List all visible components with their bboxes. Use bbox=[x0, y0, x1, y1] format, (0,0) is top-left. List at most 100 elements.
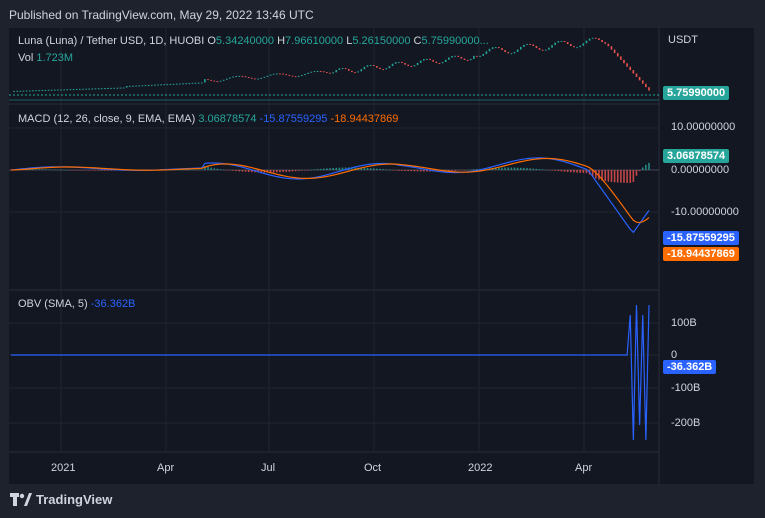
candle bbox=[466, 59, 469, 61]
candle bbox=[144, 85, 147, 87]
high-value: 7.96610000 bbox=[285, 35, 344, 47]
candle bbox=[404, 62, 406, 65]
chart-canvas[interactable] bbox=[9, 28, 754, 484]
candle bbox=[79, 88, 81, 90]
macd-hist-bar bbox=[301, 170, 303, 171]
candle bbox=[591, 37, 594, 39]
macd-legend[interactable]: MACD (12, 26, close, 9, EMA, EMA) 3.0687… bbox=[18, 113, 398, 125]
candle bbox=[63, 89, 65, 91]
macd-hist-bar bbox=[322, 168, 325, 170]
candle bbox=[635, 73, 638, 77]
macd-hist-bar bbox=[222, 169, 225, 171]
macd-hist-bar bbox=[369, 168, 372, 170]
candle bbox=[570, 44, 572, 47]
macd-hist-bar bbox=[247, 170, 250, 173]
open-value: 5.34240000 bbox=[215, 35, 275, 47]
candle bbox=[53, 89, 56, 91]
macd-hist-bar bbox=[544, 169, 547, 171]
candle bbox=[60, 89, 62, 91]
candle bbox=[41, 90, 44, 92]
published-header: Published on TradingView.com, May 29, 20… bbox=[9, 8, 314, 22]
candle bbox=[566, 42, 569, 45]
time-label-apr-2022: Apr bbox=[575, 462, 593, 474]
macd-hist-bar bbox=[541, 169, 544, 170]
candle bbox=[188, 83, 191, 85]
macd-hist-bar bbox=[304, 170, 306, 171]
candle bbox=[38, 90, 40, 92]
candle bbox=[341, 68, 344, 70]
time-label-2022: 2022 bbox=[468, 462, 493, 474]
candle bbox=[197, 82, 200, 84]
macd-hist-bar bbox=[379, 168, 381, 170]
macd-hist-bar bbox=[288, 170, 291, 172]
macd-hist-bar bbox=[200, 169, 203, 171]
candle bbox=[413, 65, 416, 67]
candle bbox=[47, 89, 50, 91]
macd-hist-bar bbox=[307, 170, 309, 171]
candle bbox=[429, 58, 431, 60]
macd-hist-bar bbox=[216, 168, 219, 170]
candle bbox=[307, 72, 309, 74]
candle bbox=[548, 47, 550, 50]
macd-hist-bar bbox=[63, 169, 65, 171]
macd-hist-bar bbox=[329, 168, 331, 170]
macd-hist-bar bbox=[91, 170, 94, 171]
candle bbox=[532, 44, 535, 47]
symbol-legend[interactable]: Luna (Luna) / Tether USD, 1D, HUOBI O5.3… bbox=[18, 35, 489, 47]
signal-line[interactable] bbox=[10, 157, 650, 224]
candle bbox=[419, 60, 422, 63]
candle bbox=[435, 61, 438, 64]
obv-legend[interactable]: OBV (SMA, 5) -36.362B bbox=[18, 298, 135, 310]
macd-hist-bar bbox=[376, 168, 378, 170]
obv-line[interactable] bbox=[11, 304, 650, 441]
volume-legend[interactable]: Vol 1.723M bbox=[18, 52, 73, 64]
low-value: 5.26150000 bbox=[352, 35, 411, 47]
macd-hist-bar bbox=[35, 169, 37, 170]
candle bbox=[538, 48, 541, 50]
candle bbox=[72, 89, 75, 91]
candle bbox=[529, 43, 531, 45]
time-label-oct: Oct bbox=[364, 462, 382, 474]
candle bbox=[613, 49, 616, 54]
macd-hist-bar bbox=[241, 170, 244, 172]
macd-hist-bar bbox=[41, 169, 44, 170]
macd-hist-bar bbox=[282, 170, 284, 173]
currency-label: USDT bbox=[668, 34, 698, 46]
candle bbox=[519, 46, 522, 50]
candle bbox=[507, 52, 510, 54]
macd-histogram[interactable] bbox=[10, 162, 650, 183]
candle bbox=[451, 55, 453, 58]
candle bbox=[19, 90, 22, 92]
macd-value: -15.87559295 bbox=[259, 113, 328, 125]
candle bbox=[541, 49, 544, 51]
candle bbox=[122, 87, 125, 89]
candle bbox=[135, 85, 137, 87]
candle bbox=[598, 38, 600, 41]
candle bbox=[551, 45, 553, 48]
candle bbox=[254, 78, 256, 80]
macd-hist-bar bbox=[297, 170, 300, 171]
candle bbox=[229, 77, 231, 79]
macd-hist-bar bbox=[238, 170, 241, 172]
candle bbox=[75, 88, 78, 90]
tradingview-logo[interactable]: TradingView bbox=[10, 492, 112, 507]
chart-area[interactable]: Luna (Luna) / Tether USD, 1D, HUOBI O5.3… bbox=[9, 28, 754, 484]
candle bbox=[432, 59, 435, 62]
candle bbox=[100, 88, 103, 90]
macd-hist-bar bbox=[595, 170, 597, 179]
candle bbox=[347, 69, 350, 71]
candle bbox=[104, 88, 106, 90]
macd-hist-bar bbox=[210, 167, 212, 170]
macd-hist-bar bbox=[313, 169, 316, 170]
candle bbox=[601, 40, 603, 43]
brand-name: TradingView bbox=[36, 492, 113, 507]
tradingview-logo-icon bbox=[10, 493, 32, 506]
macd-hist-bar bbox=[469, 169, 472, 171]
macd-hist-bar bbox=[235, 170, 237, 172]
macd-hist-bar bbox=[563, 170, 566, 172]
macd-hist-bar bbox=[60, 169, 62, 171]
macd-hist-bar bbox=[66, 169, 69, 171]
candle bbox=[610, 46, 613, 50]
candle bbox=[338, 68, 341, 70]
macd-hist-bar bbox=[641, 167, 644, 170]
